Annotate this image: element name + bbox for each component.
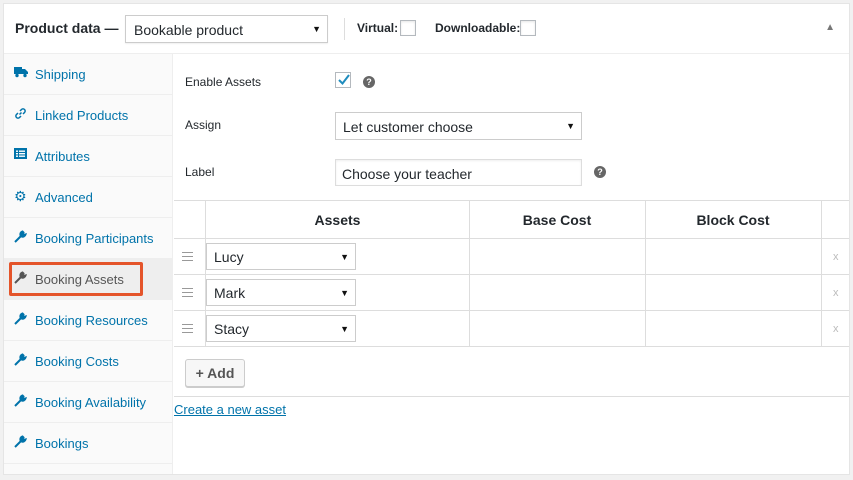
tab-attributes[interactable]: Attributes [4, 136, 172, 177]
booking-assets-panel: Enable Assets ? Assign Let customer choo… [174, 54, 849, 474]
tab-bookings[interactable]: Bookings [4, 423, 172, 464]
assets-table: Assets Base Cost Block Cost Lucy ▼ x Mar… [174, 200, 849, 397]
tab-label: Booking Resources [35, 313, 148, 328]
wrench-icon [14, 230, 28, 244]
label-field-label: Label [185, 165, 215, 179]
remove-row-icon[interactable]: x [833, 287, 839, 299]
tab-label: Booking Participants [35, 231, 154, 246]
highlight-box [9, 262, 143, 296]
caret-down-icon: ▼ [340, 324, 349, 334]
tab-booking-costs[interactable]: Booking Costs [4, 341, 172, 382]
asset-select[interactable]: Lucy ▼ [206, 243, 356, 270]
product-data-header: Product data — Bookable product ▼ Virtua… [4, 4, 849, 54]
downloadable-label: Downloadable: [435, 21, 521, 35]
tab-booking-resources[interactable]: Booking Resources [4, 300, 172, 341]
product-type-select[interactable]: Bookable product ▼ [125, 15, 328, 43]
label-input-value: Choose your teacher [342, 166, 472, 182]
caret-down-icon: ▼ [566, 121, 575, 131]
asset-value: Mark [214, 285, 246, 301]
tab-booking-availability[interactable]: Booking Availability [4, 382, 172, 423]
tab-label: Linked Products [35, 108, 129, 123]
tab-booking-participants[interactable]: Booking Participants [4, 218, 172, 259]
caret-down-icon: ▼ [312, 24, 321, 34]
divider [344, 18, 345, 40]
collapse-toggle-icon[interactable]: ▲ [825, 22, 835, 33]
tab-label: Advanced [35, 190, 93, 205]
table-header: Assets Base Cost Block Cost [174, 201, 849, 239]
help-icon[interactable]: ? [363, 76, 375, 88]
drag-handle-icon[interactable] [182, 252, 193, 261]
link-icon [14, 107, 28, 121]
create-asset-link[interactable]: Create a new asset [174, 402, 286, 417]
caret-down-icon: ▼ [340, 288, 349, 298]
tab-shipping[interactable]: Shipping [4, 54, 172, 95]
virtual-checkbox[interactable] [400, 20, 416, 36]
help-icon[interactable]: ? [594, 166, 606, 178]
assign-value: Let customer choose [343, 119, 473, 135]
downloadable-checkbox[interactable] [520, 20, 536, 36]
label-input[interactable]: Choose your teacher [335, 159, 582, 186]
assign-select[interactable]: Let customer choose ▼ [335, 112, 582, 140]
wrench-icon [14, 353, 28, 367]
gear-icon: ⚙ [14, 188, 27, 204]
asset-value: Lucy [214, 249, 244, 265]
tab-label: Booking Costs [35, 354, 119, 369]
asset-select[interactable]: Stacy ▼ [206, 315, 356, 342]
product-data-panel: Product data — Bookable product ▼ Virtua… [3, 3, 850, 475]
tab-label: Shipping [35, 67, 86, 82]
enable-assets-checkbox[interactable] [335, 72, 351, 88]
wrench-icon [14, 435, 28, 449]
drag-handle-icon[interactable] [182, 324, 193, 333]
caret-down-icon: ▼ [340, 252, 349, 262]
asset-value: Stacy [214, 321, 250, 337]
column-header-assets: Assets [314, 212, 361, 228]
table-row: Lucy ▼ x [174, 239, 849, 275]
tab-advanced[interactable]: ⚙ Advanced [4, 177, 172, 218]
panel-title: Product data — [15, 20, 119, 36]
enable-assets-label: Enable Assets [185, 75, 262, 89]
tab-label: Bookings [35, 436, 89, 451]
wrench-icon [14, 312, 28, 326]
assign-label: Assign [185, 118, 222, 132]
asset-select[interactable]: Mark ▼ [206, 279, 356, 306]
tab-label: Booking Availability [35, 395, 147, 410]
product-data-tabs: Shipping Linked Products Attributes ⚙ Ad… [4, 54, 173, 474]
add-asset-button[interactable]: + Add [185, 359, 245, 387]
virtual-label: Virtual: [357, 21, 399, 35]
column-header-block-cost: Block Cost [696, 212, 770, 228]
table-row: Mark ▼ x [174, 275, 849, 311]
remove-row-icon[interactable]: x [833, 251, 839, 263]
table-row: Stacy ▼ x [174, 311, 849, 347]
remove-row-icon[interactable]: x [833, 323, 839, 335]
drag-handle-icon[interactable] [182, 288, 193, 297]
product-type-value: Bookable product [134, 22, 243, 38]
wrench-icon [14, 394, 28, 408]
checkmark-icon [338, 74, 350, 86]
tab-linked-products[interactable]: Linked Products [4, 95, 172, 136]
truck-icon [14, 66, 28, 80]
tab-label: Attributes [35, 149, 90, 164]
list-icon [14, 148, 28, 162]
column-header-base-cost: Base Cost [522, 212, 592, 228]
